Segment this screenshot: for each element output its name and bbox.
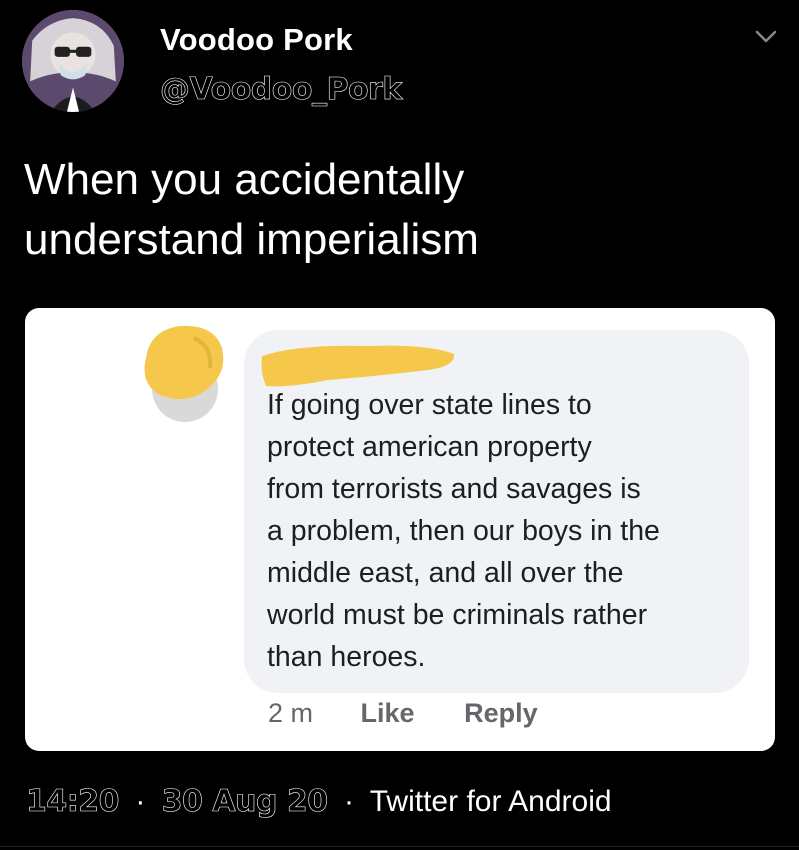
divider bbox=[0, 846, 799, 847]
tweet-body: When you accidentally understand imperia… bbox=[24, 150, 764, 270]
separator-dot: · bbox=[135, 785, 146, 818]
comment-line: If going over state lines to bbox=[267, 389, 592, 421]
separator-dot: · bbox=[343, 785, 354, 818]
tweet-footer: 14:20 · 30 Aug 20 · Twitter for Android bbox=[26, 784, 612, 820]
comment-actions: 2 m Like Reply bbox=[268, 698, 538, 729]
comment-line: from terrorists and savages is bbox=[267, 473, 641, 505]
comment-line: than heroes. bbox=[267, 641, 426, 673]
tweet-screenshot: Voodoo Pork @Voodoo_Pork When you accide… bbox=[0, 0, 799, 850]
avatar-redaction-scribble bbox=[144, 325, 224, 400]
tweet-time[interactable]: 14:20 bbox=[26, 784, 120, 820]
like-button[interactable]: Like bbox=[361, 698, 415, 729]
profile-avatar[interactable] bbox=[22, 10, 124, 112]
comment-line: world must be criminals rather bbox=[267, 599, 648, 631]
tweet-text-line: When you accidentally bbox=[24, 155, 465, 204]
chevron-down-icon[interactable] bbox=[752, 22, 780, 50]
tweet-source[interactable]: Twitter for Android bbox=[370, 785, 612, 818]
tweet-date[interactable]: 30 Aug 20 bbox=[161, 784, 328, 820]
comment-line: middle east, and all over the bbox=[267, 557, 624, 589]
reply-button[interactable]: Reply bbox=[464, 698, 538, 729]
comment-time: 2 m bbox=[268, 698, 314, 728]
author-handle[interactable]: @Voodoo_Pork bbox=[160, 72, 403, 108]
author-display-name[interactable]: Voodoo Pork bbox=[160, 22, 353, 58]
comment-text: If going over state lines to protect ame… bbox=[267, 384, 737, 678]
tweet-text-line: understand imperialism bbox=[24, 215, 479, 264]
comment-line: protect american property bbox=[267, 431, 592, 463]
comment-line: a problem, then our boys in the bbox=[267, 515, 660, 547]
